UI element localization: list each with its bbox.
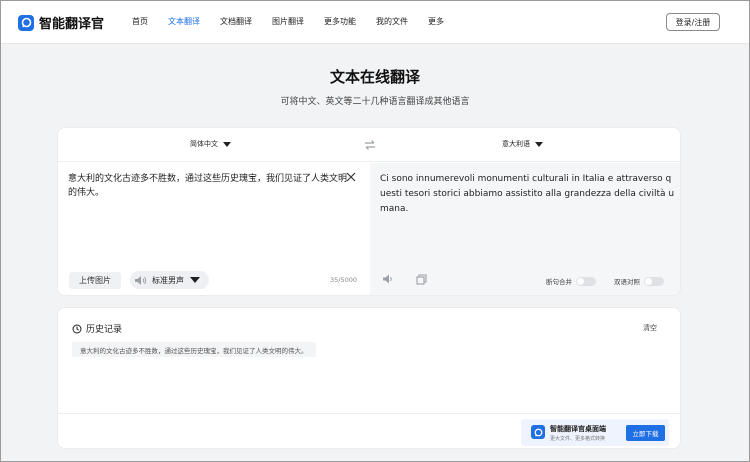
desktop-app-promo: 智能翻译官桌面端 更大文件、更多格式转换 立即下载 xyxy=(521,419,669,446)
nav-item-more[interactable]: 更多 xyxy=(428,16,444,27)
source-language-label: 简体中文 xyxy=(190,140,218,148)
bilingual-toggle[interactable] xyxy=(644,276,664,286)
nav-item-image-translate[interactable]: 图片翻译 xyxy=(272,16,304,27)
voice-select[interactable]: 标准男声 xyxy=(130,271,209,289)
nav-item-more-features[interactable]: 更多功能 xyxy=(324,16,356,27)
download-button[interactable]: 立即下载 xyxy=(626,425,665,441)
history-title: 历史记录 xyxy=(86,325,123,335)
page-title: 文本在线翻译 xyxy=(329,68,420,86)
brand-logo[interactable]: 智能翻译官 xyxy=(18,13,104,32)
bilingual-group: 双语对照 xyxy=(614,276,664,286)
source-language-select[interactable]: 简体中文 xyxy=(190,139,231,149)
login-register-button[interactable]: 登录/注册 xyxy=(666,13,720,31)
brand-name: 智能翻译官 xyxy=(39,17,105,32)
caret-down-icon xyxy=(223,141,231,147)
upload-image-button[interactable]: 上传图片 xyxy=(69,272,121,289)
clear-history-button[interactable]: 清空 xyxy=(643,323,657,333)
swap-arrows-icon[interactable] xyxy=(364,139,376,151)
translator-logo-icon xyxy=(531,425,545,439)
divider xyxy=(58,413,680,414)
source-pane: 意大利的文化古迹多不胜数，通过这些历史瑰宝，我们见证了人类文明的伟大。 上传图片… xyxy=(58,163,370,295)
top-navigation-bar: 智能翻译官 首页 文本翻译 文档翻译 图片翻译 更多功能 我的文件 更多 登录/… xyxy=(1,1,749,44)
page-subtitle: 可将中文、英文等二十几种语言翻译成其他语言 xyxy=(280,97,470,107)
history-panel: 历史记录 清空 意大利的文化古迹多不胜数，通过这些历史瑰宝，我们见证了人类文明的… xyxy=(57,307,681,449)
source-text-input[interactable]: 意大利的文化古迹多不胜数，通过这些历史瑰宝，我们见证了人类文明的伟大。 xyxy=(68,172,348,200)
translator-card: 简体中文 意大利语 意大利的文化古迹多不胜数，通过这些历史瑰宝，我们见证了人类文… xyxy=(57,127,681,296)
character-count: 35/5000 xyxy=(330,276,358,284)
nav-item-home[interactable]: 首页 xyxy=(132,16,148,27)
sentence-merge-group: 断句合并 xyxy=(546,276,596,286)
nav-item-text-translate[interactable]: 文本翻译 xyxy=(168,16,200,27)
speaker-icon xyxy=(135,275,147,285)
caret-down-icon xyxy=(190,277,200,283)
promo-title: 智能翻译官桌面端 xyxy=(550,425,606,433)
copy-icon[interactable] xyxy=(416,274,427,285)
nav-item-my-files[interactable]: 我的文件 xyxy=(376,16,408,27)
history-item[interactable]: 意大利的文化古迹多不胜数，通过这些历史瑰宝，我们见证了人类文明的伟大。 xyxy=(72,342,316,357)
app-window: 智能翻译官 首页 文本翻译 文档翻译 图片翻译 更多功能 我的文件 更多 登录/… xyxy=(0,0,750,462)
language-bar: 简体中文 意大利语 xyxy=(58,128,680,162)
translated-text: Ci sono innumerevoli monumenti culturali… xyxy=(380,174,675,214)
translator-logo-icon xyxy=(18,14,34,31)
nav-item-doc-translate[interactable]: 文档翻译 xyxy=(220,16,252,27)
clock-history-icon xyxy=(72,324,82,333)
target-language-select[interactable]: 意大利语 xyxy=(502,139,543,149)
sentence-merge-label: 断句合并 xyxy=(546,278,572,286)
target-pane: Ci sono innumerevoli monumenti culturali… xyxy=(370,163,680,295)
promo-subtitle: 更大文件、更多格式转换 xyxy=(550,436,606,442)
target-language-label: 意大利语 xyxy=(502,140,530,148)
sentence-merge-toggle[interactable] xyxy=(576,276,596,286)
main-nav: 首页 文本翻译 文档翻译 图片翻译 更多功能 我的文件 更多 xyxy=(132,16,464,27)
speaker-icon[interactable] xyxy=(382,274,394,284)
caret-down-icon xyxy=(535,141,543,147)
bilingual-label: 双语对照 xyxy=(614,278,640,286)
close-icon[interactable] xyxy=(346,172,356,182)
history-header: 历史记录 xyxy=(72,322,122,335)
voice-label: 标准男声 xyxy=(152,275,184,285)
